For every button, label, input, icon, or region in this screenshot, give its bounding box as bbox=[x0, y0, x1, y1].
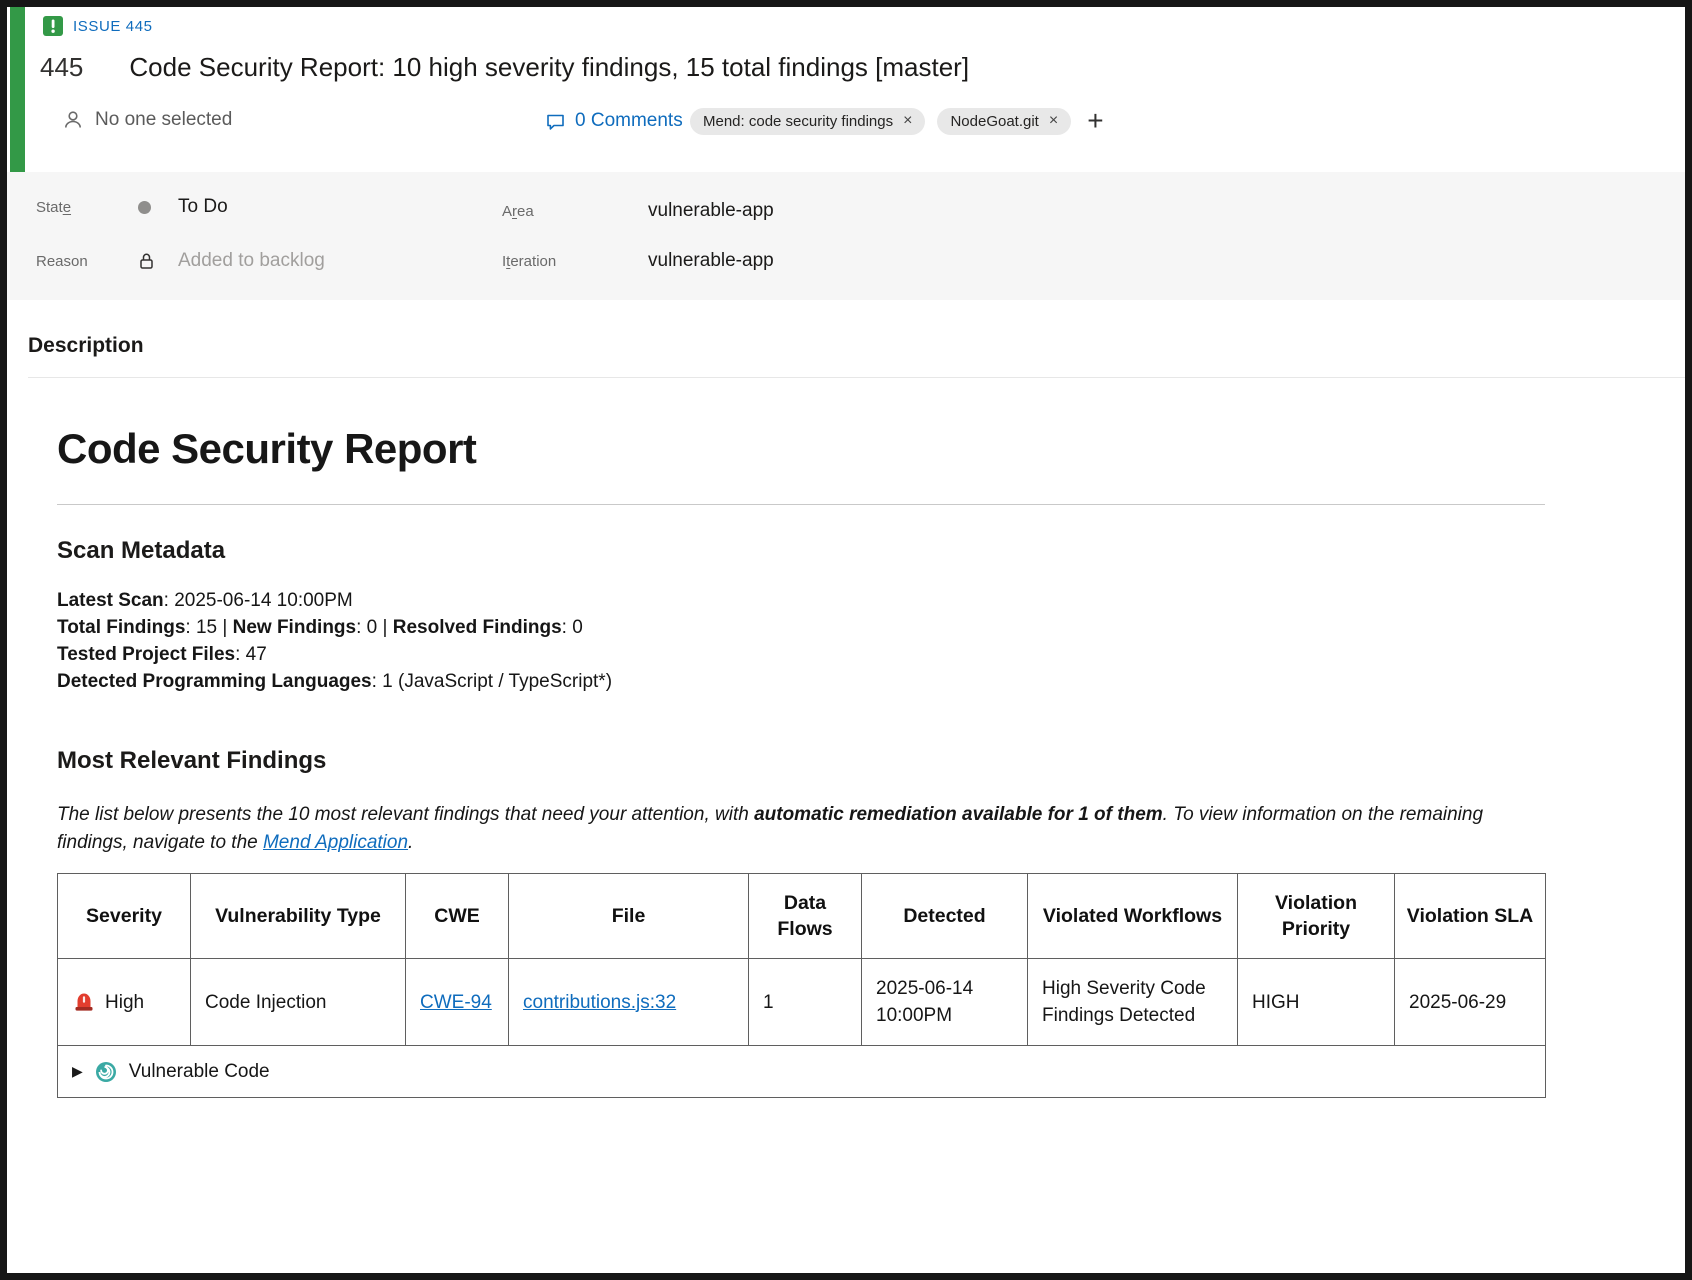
remove-tag-icon[interactable]: × bbox=[903, 113, 912, 129]
code-security-report: Code Security Report Scan Metadata Lates… bbox=[57, 425, 1545, 1098]
tag-nodegoat-git[interactable]: NodeGoat.git × bbox=[937, 108, 1071, 135]
work-item-type-row: ISSUE 445 bbox=[7, 7, 1685, 36]
iteration-value[interactable]: vulnerable-app bbox=[648, 250, 774, 272]
col-data-flows: Data Flows bbox=[749, 874, 862, 959]
most-relevant-findings-heading: Most Relevant Findings bbox=[57, 747, 1545, 775]
description-section: Description Code Security Report Scan Me… bbox=[7, 300, 1685, 1098]
vulnerable-code-cell: ▶ Vulnerable Code bbox=[58, 1046, 1546, 1098]
scan-metadata-heading: Scan Metadata bbox=[57, 537, 1545, 565]
report-title: Code Security Report bbox=[57, 425, 1545, 473]
description-divider bbox=[28, 377, 1685, 378]
detected-languages-line: Detected Programming Languages: 1 (JavaS… bbox=[57, 668, 1545, 695]
cwe-link[interactable]: CWE-94 bbox=[420, 992, 492, 1013]
findings-table: Severity Vulnerability Type CWE File Dat… bbox=[57, 873, 1546, 1098]
vulnerability-type-cell: Code Injection bbox=[191, 959, 406, 1046]
remove-tag-icon[interactable]: × bbox=[1049, 113, 1058, 129]
reason-label: Reason bbox=[36, 253, 138, 270]
tested-files-line: Tested Project Files: 47 bbox=[57, 641, 1545, 668]
issue-accent-bar bbox=[10, 7, 25, 172]
detected-cell: 2025-06-14 10:00PM bbox=[862, 959, 1028, 1046]
comment-bubble-icon bbox=[545, 111, 566, 132]
state-field: State To Do bbox=[36, 196, 228, 218]
violated-workflows-cell: High Severity Code Findings Detected bbox=[1028, 959, 1238, 1046]
cwe-cell: CWE-94 bbox=[406, 959, 509, 1046]
tag-label: NodeGoat.git bbox=[950, 113, 1038, 130]
iteration-field: Iteration vulnerable-app bbox=[502, 250, 774, 272]
col-severity: Severity bbox=[58, 874, 191, 959]
assignee-placeholder: No one selected bbox=[95, 109, 232, 131]
description-section-title: Description bbox=[28, 334, 1685, 358]
vulnerable-code-label: Vulnerable Code bbox=[129, 1058, 270, 1085]
findings-counts-line: Total Findings: 15 | New Findings: 0 | R… bbox=[57, 614, 1545, 641]
col-cwe: CWE bbox=[406, 874, 509, 959]
reason-icon-container bbox=[138, 252, 178, 270]
severity-cell: High bbox=[58, 959, 191, 1046]
tag-label: Mend: code security findings bbox=[703, 113, 893, 130]
area-label: Area bbox=[502, 203, 648, 220]
violation-priority-cell: HIGH bbox=[1238, 959, 1395, 1046]
issue-type-icon bbox=[43, 16, 63, 36]
scan-metadata-details: Latest Scan: 2025-06-14 10:00PM Total Fi… bbox=[57, 587, 1545, 695]
add-tag-button[interactable]: + bbox=[1083, 107, 1107, 135]
file-link[interactable]: contributions.js:32 bbox=[523, 992, 676, 1013]
report-divider bbox=[57, 504, 1545, 505]
vulnerable-code-row: ▶ Vulnerable Code bbox=[58, 1046, 1546, 1098]
col-file: File bbox=[509, 874, 749, 959]
file-cell: contributions.js:32 bbox=[509, 959, 749, 1046]
col-violation-priority: Violation Priority bbox=[1238, 874, 1395, 959]
work-item-header: ISSUE 445 445 Code Security Report: 10 h… bbox=[7, 7, 1685, 172]
assignee-picker[interactable]: No one selected bbox=[62, 109, 232, 131]
lock-icon bbox=[138, 252, 155, 270]
vulnerable-code-expander[interactable]: ▶ Vulnerable Code bbox=[72, 1058, 1531, 1085]
table-header-row: Severity Vulnerability Type CWE File Dat… bbox=[58, 874, 1546, 959]
state-dot-container bbox=[138, 201, 178, 214]
title-row: 445 Code Security Report: 10 high severi… bbox=[40, 52, 1685, 83]
state-value[interactable]: To Do bbox=[178, 196, 228, 218]
latest-scan-line: Latest Scan: 2025-06-14 10:00PM bbox=[57, 587, 1545, 614]
findings-intro-paragraph: The list below presents the 10 most rele… bbox=[57, 801, 1529, 857]
work-item-id: 445 bbox=[40, 52, 83, 83]
iteration-label: Iteration bbox=[502, 253, 648, 270]
vulnerable-code-details: ▶ Vulnerable Code bbox=[72, 1058, 1531, 1085]
work-item-type-link[interactable]: ISSUE 445 bbox=[73, 18, 153, 35]
person-icon bbox=[62, 109, 84, 131]
reason-field: Reason Added to backlog bbox=[36, 250, 325, 272]
area-value[interactable]: vulnerable-app bbox=[648, 200, 774, 222]
col-detected: Detected bbox=[862, 874, 1028, 959]
data-flows-cell: 1 bbox=[749, 959, 862, 1046]
work-item-title-field[interactable]: Code Security Report: 10 high severity f… bbox=[129, 52, 969, 83]
severity-value: High bbox=[105, 989, 144, 1016]
col-violation-sla: Violation SLA bbox=[1395, 874, 1546, 959]
area-field: Area vulnerable-app bbox=[502, 200, 774, 222]
header-controls-row: No one selected 0 Comments Mend: code se… bbox=[7, 109, 1685, 143]
expander-triangle-icon: ▶ bbox=[72, 1058, 83, 1085]
violation-sla-cell: 2025-06-29 bbox=[1395, 959, 1546, 1046]
col-violated-workflows: Violated Workflows bbox=[1028, 874, 1238, 959]
tag-mend-code-security-findings[interactable]: Mend: code security findings × bbox=[690, 108, 925, 135]
state-todo-dot-icon bbox=[138, 201, 151, 214]
comments-link[interactable]: 0 Comments bbox=[545, 110, 683, 132]
siren-icon bbox=[72, 990, 96, 1014]
mend-application-link[interactable]: Mend Application bbox=[263, 832, 408, 853]
comments-count-label: 0 Comments bbox=[575, 110, 683, 132]
cyclone-icon bbox=[94, 1060, 118, 1084]
work-item-page: ISSUE 445 445 Code Security Report: 10 h… bbox=[0, 0, 1692, 1280]
reason-value: Added to backlog bbox=[178, 250, 325, 272]
work-item-fields: State To Do Reason Added to backlog Area… bbox=[7, 172, 1685, 300]
tag-list: Mend: code security findings × NodeGoat.… bbox=[690, 107, 1108, 135]
finding-row: High Code Injection CWE-94 contributions… bbox=[58, 959, 1546, 1046]
col-vulnerability-type: Vulnerability Type bbox=[191, 874, 406, 959]
state-label: State bbox=[36, 199, 138, 216]
